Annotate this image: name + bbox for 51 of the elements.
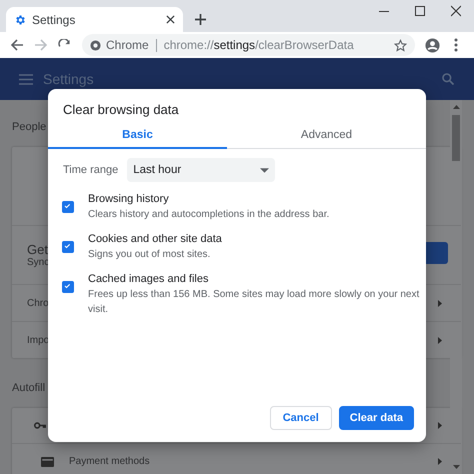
maximize-icon[interactable] <box>415 4 425 18</box>
page-title: Settings <box>43 71 94 87</box>
close-icon[interactable] <box>451 4 461 18</box>
dialog-title: Clear browsing data <box>63 102 180 117</box>
section-heading: Autofill <box>12 382 46 396</box>
credit-card-icon <box>41 456 54 466</box>
checkbox[interactable] <box>62 281 74 293</box>
checkbox[interactable] <box>62 241 74 253</box>
url-text: chrome://settings/clearBrowserData <box>164 38 354 52</box>
time-range-dropdown[interactable]: Last hour <box>127 158 276 182</box>
chrome-icon <box>90 40 101 50</box>
back-icon[interactable] <box>10 38 24 52</box>
time-range-label: Time range <box>63 164 118 176</box>
profile-icon[interactable] <box>425 38 440 52</box>
arrow-icon <box>438 422 442 429</box>
settings-row-label[interactable]: Impo <box>27 334 50 346</box>
scroll-up-icon[interactable] <box>452 105 460 109</box>
browser-tab[interactable]: Settings <box>6 7 183 32</box>
menu-icon[interactable] <box>454 38 458 52</box>
settings-row-label[interactable]: Payment methods <box>69 456 150 467</box>
scrollbar-thumb[interactable] <box>452 115 460 161</box>
sign-in-title: Get <box>27 242 48 257</box>
option-title: Cookies and other site data <box>88 232 223 247</box>
arrow-icon <box>438 458 442 465</box>
arrow-icon <box>438 336 442 344</box>
dropdown-arrow-icon <box>260 168 270 172</box>
option-title: Browsing history <box>88 192 170 207</box>
arrow-icon <box>438 300 442 306</box>
option-description: Frees up less than 156 MB. Some sites may load more slowly on your next visit. <box>88 288 420 317</box>
clear-data-button[interactable]: Clear data <box>338 406 414 430</box>
scrollbar[interactable] <box>450 100 462 474</box>
option-description: Clears history and autocompletions in the address bar. <box>88 208 330 222</box>
search-icon[interactable] <box>442 73 454 85</box>
sign-in-subtitle: Sync <box>27 257 50 268</box>
key-icon <box>34 422 46 429</box>
section-heading: People <box>12 121 46 135</box>
tab[interactable]: Basic <box>48 123 227 149</box>
scroll-down-icon[interactable] <box>452 465 460 469</box>
cancel-button[interactable]: Cancel <box>270 406 332 430</box>
option-description: Signs you out of most sites. <box>88 248 212 262</box>
tab[interactable]: Advanced <box>227 123 426 149</box>
tab-title: Settings <box>32 12 76 26</box>
option-title: Cached images and files <box>88 272 210 287</box>
settings-row-label[interactable]: Chro <box>27 298 49 308</box>
settings-icon <box>14 14 26 26</box>
new-tab-icon[interactable] <box>195 14 206 25</box>
checkbox[interactable] <box>62 201 74 213</box>
close-icon[interactable] <box>166 15 175 24</box>
site-label: Chrome <box>106 38 149 52</box>
star-icon[interactable] <box>394 38 407 52</box>
address-bar[interactable]: Chrome chrome://settings/clearBrowserData <box>82 34 415 56</box>
